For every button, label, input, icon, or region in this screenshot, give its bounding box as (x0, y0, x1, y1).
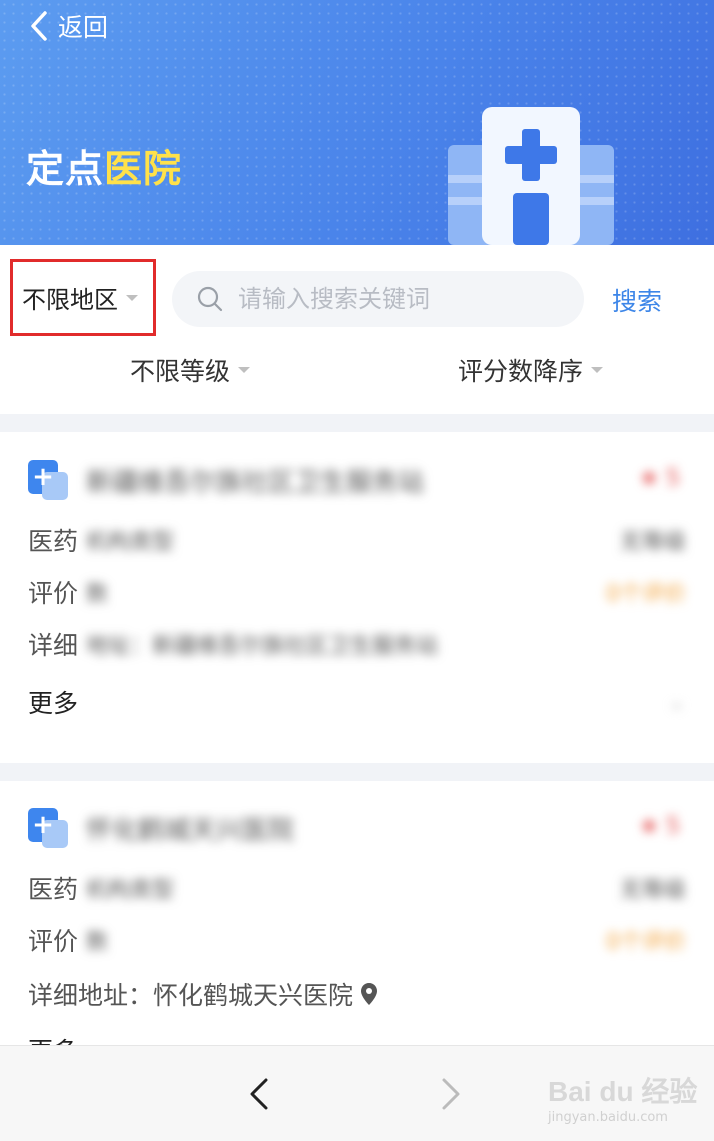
more-row[interactable]: 更多 ⌄ (28, 684, 686, 720)
hospital-level: 无等级 (619, 878, 686, 903)
baidu-jingyan-watermark: Bai du 经验 jingyan.baidu.com (548, 1070, 708, 1130)
address-label: 详细 (28, 631, 79, 660)
region-filter-dropdown[interactable]: 不限地区 (22, 280, 138, 315)
review-label: 评价 (28, 579, 79, 608)
back-label: 返回 (58, 13, 109, 42)
page-title: 定点医院 (26, 138, 182, 193)
hospital-name[interactable]: 新疆维吾尔族社区卫生服务站 (86, 462, 424, 499)
hospital-rating: ★ 5 (639, 814, 680, 839)
org-type-row: 医药 机构类型 无等级 (28, 870, 686, 906)
hospital-card[interactable]: + 怀化鹤城天兴医院 ★ 5 医药 机构类型 无等级 评价 数 0个评价 详细地… (0, 808, 714, 1066)
org-type-label: 医药 (28, 527, 79, 556)
hospital-level: 无等级 (619, 530, 686, 555)
review-value: 数 (86, 930, 109, 955)
hospital-card[interactable]: + 新疆维吾尔族社区卫生服务站 ★ 5 医药 机构类型 无等级 评价 数 0个评… (0, 460, 714, 760)
hospital-building-icon (448, 107, 614, 245)
level-filter-label: 不限等级 (130, 357, 231, 386)
page-title-part1: 定点 (26, 147, 105, 191)
hospital-rating: ★ 5 (639, 466, 680, 491)
review-count[interactable]: 0个评价 (606, 576, 686, 608)
sort-order-dropdown[interactable]: 评分数降序 (458, 352, 604, 388)
more-label: 更多 (28, 689, 79, 718)
hospital-card-header: + 新疆维吾尔族社区卫生服务站 (28, 460, 424, 500)
caret-down-icon (238, 367, 251, 373)
hospital-plus-icon: + (28, 460, 68, 500)
hospital-name[interactable]: 怀化鹤城天兴医院 (86, 810, 294, 847)
chevron-down-icon: ⌄ (667, 689, 686, 715)
address-label: 详细地址： (28, 981, 154, 1010)
section-divider (0, 414, 714, 432)
search-icon (197, 286, 223, 312)
hospital-card-header: + 怀化鹤城天兴医院 (28, 808, 294, 848)
address-row: 详细 地址：新疆维吾尔族社区卫生服务站 (28, 626, 686, 662)
section-divider (0, 763, 714, 781)
caret-down-icon (591, 367, 604, 373)
org-type-value: 机构类型 (86, 878, 175, 903)
review-row: 评价 数 0个评价 (28, 574, 686, 610)
region-highlight-box: 不限地区 (10, 259, 156, 336)
search-input[interactable] (238, 285, 568, 313)
watermark-url: jingyan.baidu.com (548, 1110, 668, 1125)
browser-bottom-bar: Bai du 经验 jingyan.baidu.com (0, 1045, 714, 1141)
caret-down-icon (126, 294, 138, 301)
review-row: 评价 数 0个评价 (28, 922, 686, 958)
address-row: 详细地址： 怀化鹤城天兴医院 (28, 976, 686, 1012)
browser-forward-button[interactable] (430, 1074, 470, 1114)
address-value[interactable]: 怀化鹤城天兴医院 (153, 976, 353, 1012)
org-type-row: 医药 机构类型 无等级 (28, 522, 686, 558)
header-banner: 返回 定点医院 (0, 0, 714, 245)
org-type-value: 机构类型 (86, 530, 175, 555)
search-box (172, 271, 584, 327)
browser-back-button[interactable] (240, 1074, 280, 1114)
sort-row: 不限等级 评分数降序 (0, 352, 714, 392)
back-button[interactable]: 返回 (28, 8, 108, 44)
review-label: 评价 (28, 927, 79, 956)
hospital-plus-icon: + (28, 808, 68, 848)
level-filter-dropdown[interactable]: 不限等级 (130, 352, 251, 388)
region-filter-label: 不限地区 (22, 286, 118, 314)
org-type-label: 医药 (28, 875, 79, 904)
search-button[interactable]: 搜索 (612, 282, 662, 318)
review-value: 数 (86, 582, 109, 607)
review-count[interactable]: 0个评价 (606, 924, 686, 956)
watermark-logo: Bai du 经验 (548, 1076, 698, 1107)
location-pin-icon[interactable] (359, 982, 379, 1006)
sort-order-label: 评分数降序 (458, 357, 584, 386)
address-value[interactable]: 地址：新疆维吾尔族社区卫生服务站 (86, 628, 438, 660)
chevron-left-icon (31, 11, 47, 41)
page-title-part2: 医院 (104, 147, 183, 191)
